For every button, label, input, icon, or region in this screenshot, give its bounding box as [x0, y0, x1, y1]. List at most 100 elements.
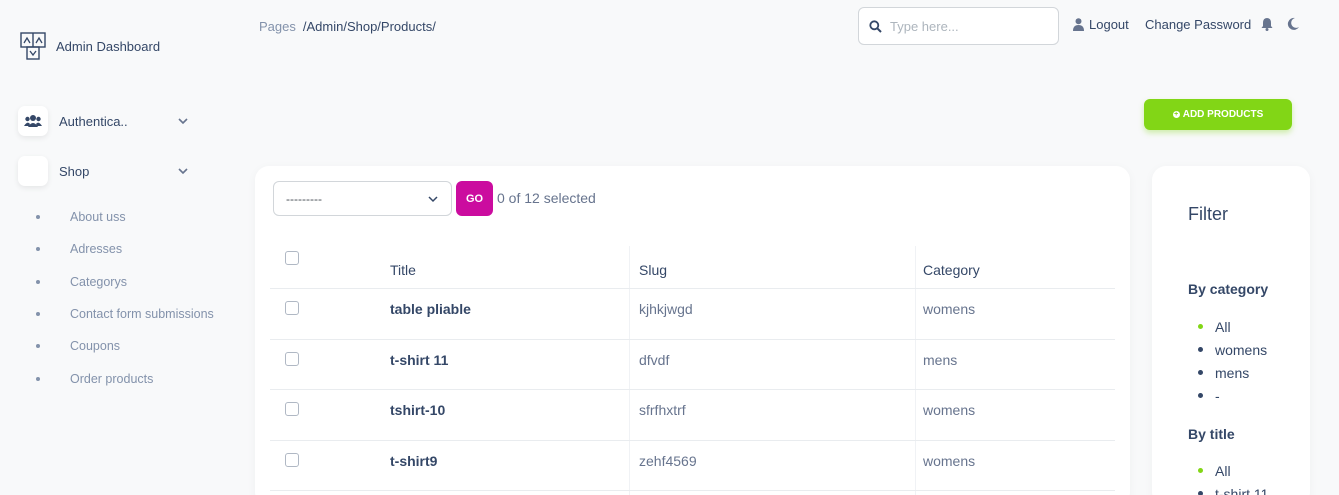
- cell-title[interactable]: table pliable: [390, 301, 471, 317]
- row-checkbox[interactable]: [285, 402, 299, 416]
- plus-icon: +: [1172, 111, 1180, 118]
- row-checkbox[interactable]: [285, 453, 299, 467]
- sidebar-item-label: Shop: [59, 163, 90, 179]
- sidebar-subitem-label: Contact form submissions: [70, 307, 214, 322]
- cell-category: mens: [923, 352, 958, 368]
- search-input[interactable]: [890, 18, 1050, 34]
- user-icon: [1073, 18, 1084, 31]
- sidebar-subitem-categorys[interactable]: Categorys: [36, 266, 214, 298]
- sidebar-item-authentication[interactable]: Authentica..: [18, 106, 190, 136]
- logo-icon: [20, 32, 46, 60]
- bullet-icon: [1198, 347, 1203, 352]
- category-filter-empty[interactable]: -: [1198, 384, 1267, 407]
- filter-option-label: All: [1215, 318, 1231, 335]
- filter-option-label: t-shirt 11: [1215, 485, 1269, 495]
- row-divider: [270, 339, 1115, 340]
- sidebar-subitem-label: Adresses: [70, 242, 123, 257]
- cell-title[interactable]: tshirt-10: [390, 402, 445, 418]
- filter-title: Filter: [1188, 204, 1228, 224]
- filter-panel: Filter By category All womens mens - By …: [1152, 166, 1310, 495]
- title-filter-all[interactable]: All: [1198, 459, 1268, 482]
- cell-slug: sfrfhxtrf: [639, 402, 686, 418]
- column-divider: [629, 246, 630, 495]
- row-checkbox[interactable]: [285, 301, 299, 315]
- category-filter-mens[interactable]: mens: [1198, 361, 1267, 384]
- bell-icon[interactable]: [1260, 17, 1274, 31]
- filter-option-label: All: [1215, 462, 1231, 479]
- column-divider: [915, 246, 916, 495]
- row-divider: [270, 440, 1115, 441]
- chevron-down-icon: [178, 118, 188, 125]
- sidebar-subitem-label: Coupons: [70, 339, 121, 354]
- bullet-icon: [36, 279, 40, 284]
- bullet-icon: [36, 344, 40, 349]
- bullet-icon: [36, 247, 40, 252]
- column-header-title[interactable]: Title: [390, 262, 416, 278]
- cell-slug: zehf4569: [639, 453, 697, 469]
- breadcrumb-pages[interactable]: Pages: [259, 19, 296, 34]
- brand[interactable]: Admin Dashboard: [20, 32, 160, 60]
- change-password-link[interactable]: Change Password: [1145, 17, 1251, 32]
- category-filter-womens[interactable]: womens: [1198, 338, 1267, 361]
- column-header-slug[interactable]: Slug: [639, 262, 667, 278]
- cell-title[interactable]: t-shirt9: [390, 453, 437, 469]
- products-card: --------- GO 0 of 12 selected Title Slug…: [255, 166, 1130, 495]
- cell-category: womens: [923, 301, 976, 317]
- bullet-icon: [1198, 324, 1203, 329]
- bullet-icon: [1198, 393, 1203, 398]
- chevron-down-icon: [178, 168, 188, 175]
- selection-count: 0 of 12 selected: [497, 190, 596, 206]
- category-filter-list: All womens mens -: [1198, 315, 1267, 407]
- brand-name: Admin Dashboard: [56, 38, 161, 54]
- title-filter-list: All t-shirt 11: [1198, 459, 1268, 495]
- cell-slug: dfvdf: [639, 352, 670, 368]
- moon-icon[interactable]: [1286, 17, 1300, 31]
- cell-title[interactable]: t-shirt 11: [390, 352, 448, 368]
- cell-category: womens: [923, 402, 976, 418]
- bullet-icon: [36, 376, 40, 381]
- add-products-button[interactable]: + ADD PRODUCTS: [1144, 99, 1292, 130]
- bullet-icon: [36, 312, 40, 317]
- sidebar-subitem-adresses[interactable]: Adresses: [36, 233, 214, 265]
- action-select-value: ---------: [286, 191, 322, 206]
- bullet-icon: [1198, 491, 1203, 495]
- row-divider: [270, 288, 1115, 289]
- filter-option-label: mens: [1215, 364, 1250, 381]
- sidebar-subitem-order-products[interactable]: Order products: [36, 362, 214, 394]
- logout-link[interactable]: Logout: [1073, 17, 1129, 32]
- shop-submenu: About uss Adresses Categorys Contact for…: [36, 201, 214, 395]
- breadcrumb: Pages /Admin/Shop/Products/: [259, 19, 436, 34]
- sidebar-subitem-label: About uss: [70, 210, 126, 225]
- users-icon: [18, 106, 48, 136]
- logout-label: Logout: [1089, 17, 1129, 32]
- go-button[interactable]: GO: [456, 181, 493, 216]
- chevron-down-icon: [428, 195, 438, 202]
- filter-option-label: -: [1215, 387, 1220, 404]
- select-all-checkbox[interactable]: [285, 251, 299, 265]
- bullet-icon: [1198, 370, 1203, 375]
- breadcrumb-path: /Admin/Shop/Products/: [302, 19, 436, 34]
- action-select[interactable]: ---------: [273, 181, 452, 216]
- sidebar-subitem-coupons[interactable]: Coupons: [36, 330, 214, 362]
- bullet-icon: [36, 215, 40, 220]
- category-filter-all[interactable]: All: [1198, 315, 1267, 338]
- change-password-label: Change Password: [1145, 17, 1252, 32]
- row-divider: [270, 389, 1115, 390]
- cell-slug: kjhkjwgd: [639, 301, 693, 317]
- filter-by-category-heading: By category: [1188, 281, 1269, 297]
- filter-option-label: womens: [1215, 341, 1268, 358]
- sidebar-subitem-contact[interactable]: Contact form submissions: [36, 298, 214, 330]
- search-icon: [869, 19, 882, 33]
- sidebar-subitem-label: Order products: [70, 371, 154, 386]
- row-checkbox[interactable]: [285, 352, 299, 366]
- cell-category: womens: [923, 453, 976, 469]
- column-header-category[interactable]: Category: [923, 262, 980, 278]
- title-filter-option[interactable]: t-shirt 11: [1198, 482, 1268, 495]
- shop-icon: [18, 156, 48, 186]
- search-box: [858, 7, 1059, 45]
- sidebar-item-shop[interactable]: Shop: [18, 156, 190, 186]
- filter-by-title-heading: By title: [1188, 426, 1235, 442]
- add-products-label: ADD PRODUCTS: [1182, 109, 1264, 120]
- bullet-icon: [1198, 468, 1203, 473]
- sidebar-subitem-about[interactable]: About uss: [36, 201, 214, 233]
